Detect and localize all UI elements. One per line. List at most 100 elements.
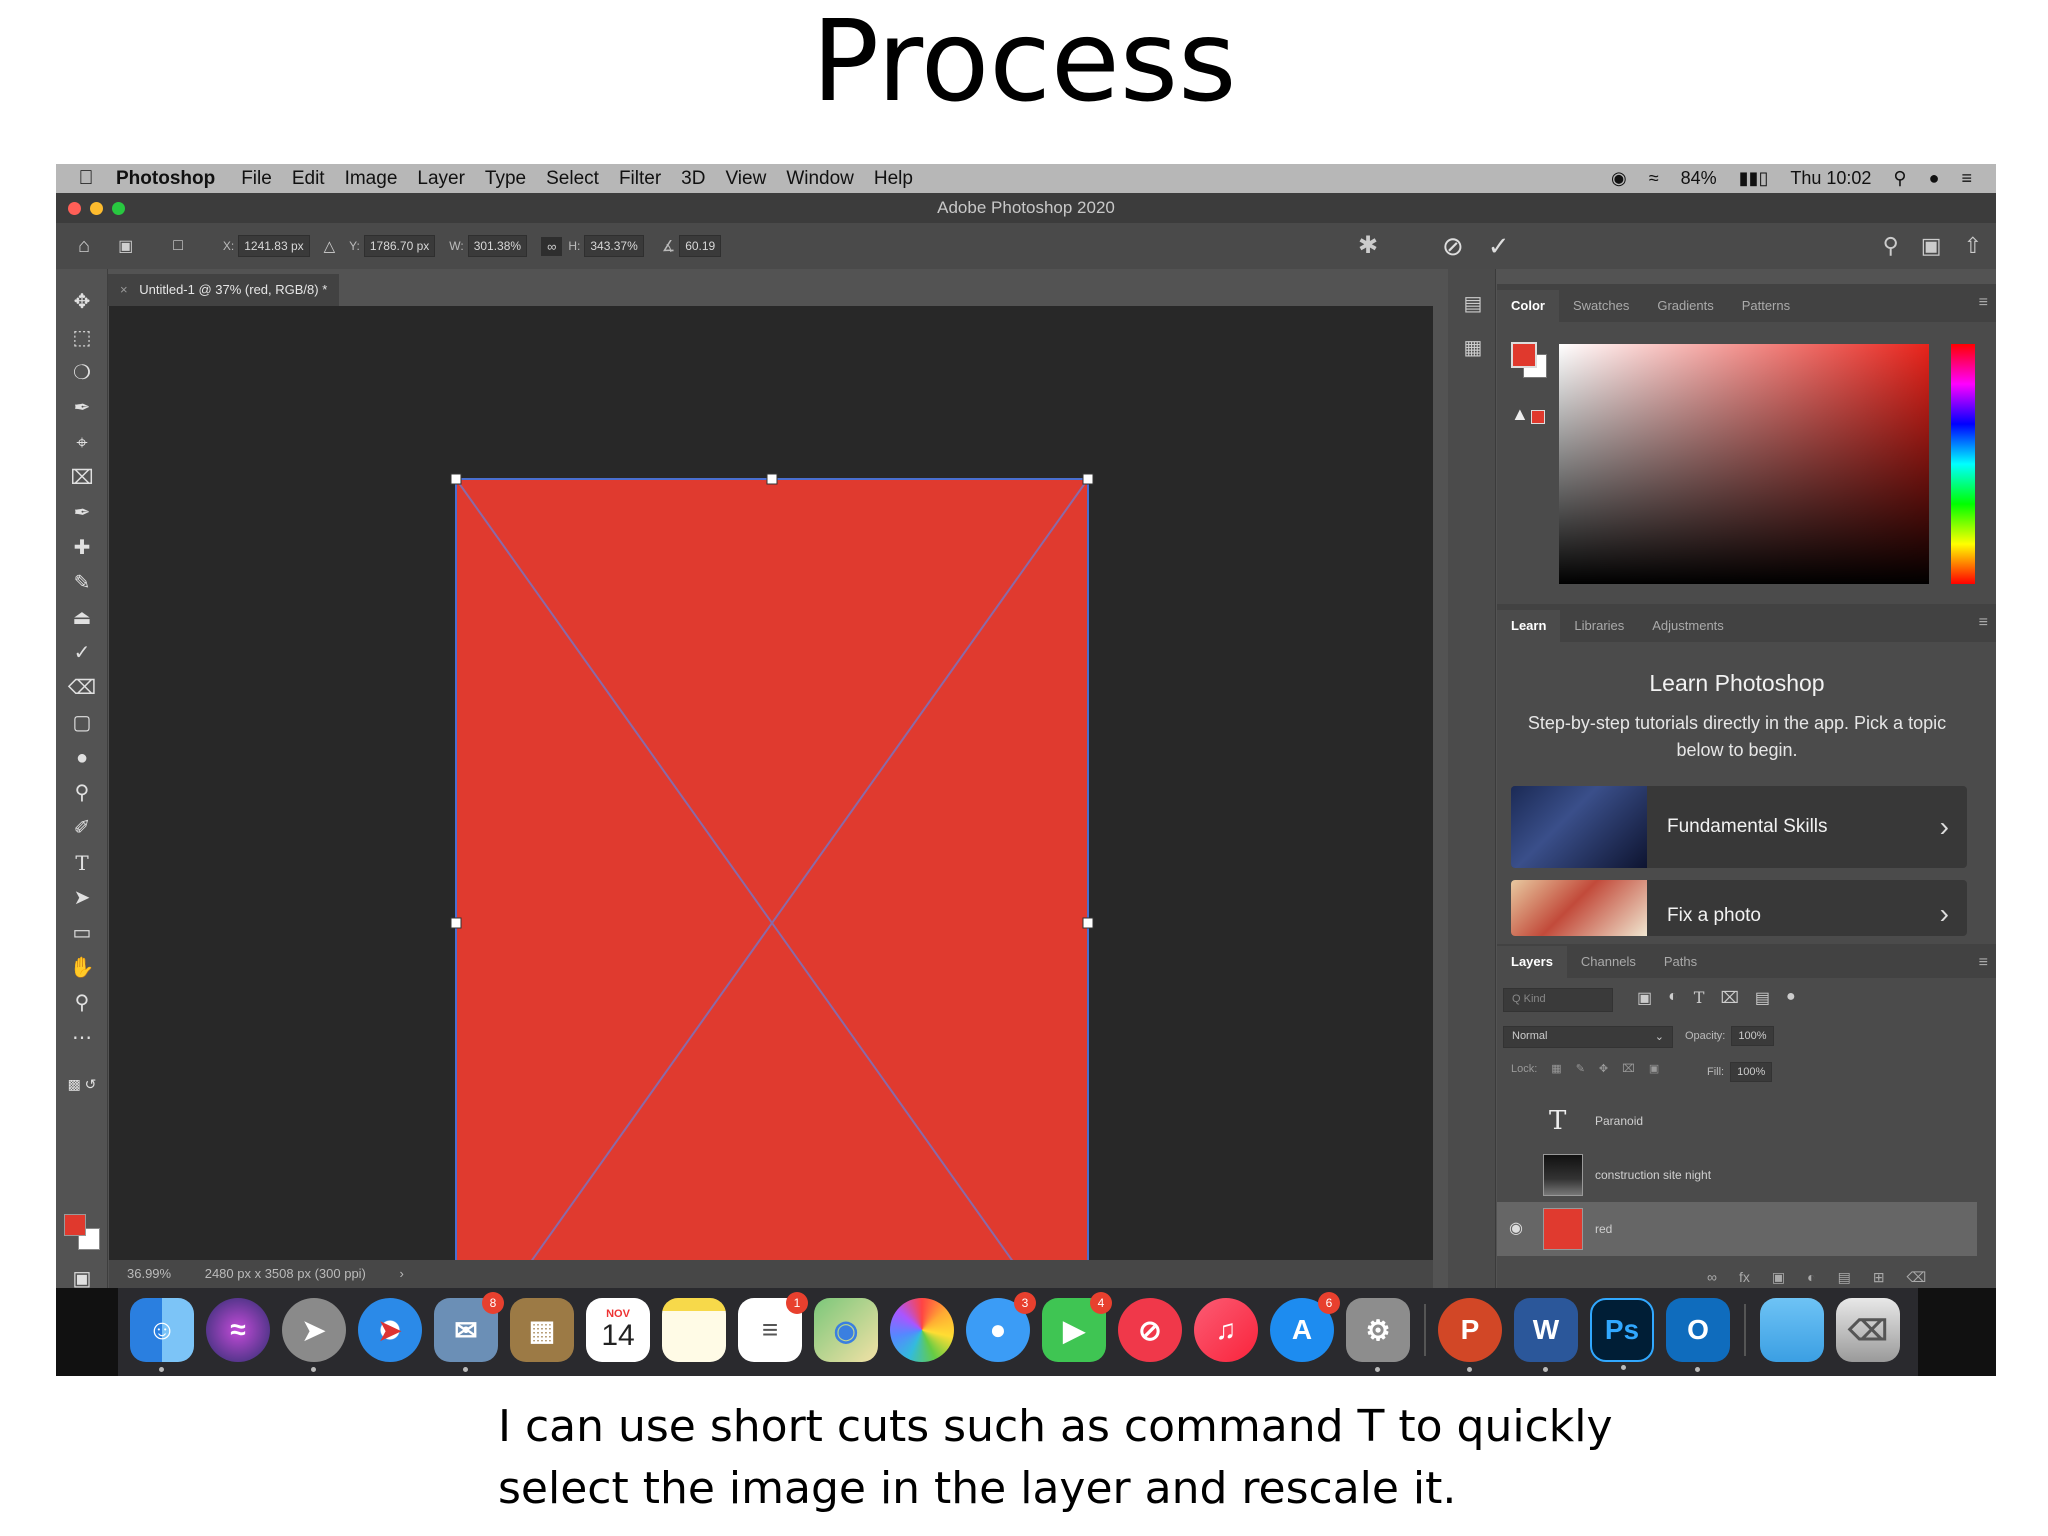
dock-finder[interactable]: ☺ — [130, 1298, 194, 1372]
transform-handle[interactable] — [1082, 473, 1094, 485]
zoom-tool-icon[interactable]: ⚲ — [56, 988, 108, 1018]
lock-image-icon[interactable]: ✎ — [1576, 1062, 1585, 1075]
transform-handle[interactable] — [1082, 917, 1094, 929]
quick-select-tool-icon[interactable]: ✒ — [56, 393, 108, 423]
dock-messages[interactable]: ● 3 — [966, 1292, 1036, 1362]
commit-transform-icon[interactable]: ✓ — [1488, 231, 1510, 262]
dock-photoshop[interactable]: Ps — [1590, 1298, 1654, 1370]
adjustment-layer-icon[interactable]: ◐ — [1807, 1269, 1815, 1286]
dock-launchpad[interactable]: ➤ — [282, 1298, 346, 1372]
opacity-field[interactable]: 100% — [1731, 1026, 1774, 1046]
dock-trash[interactable]: ⌫ — [1836, 1298, 1900, 1362]
move-tool-icon[interactable]: ✥ — [56, 287, 108, 317]
panel-menu-icon[interactable]: ≡ — [1979, 294, 1988, 312]
learn-card-fundamental-skills[interactable]: Fundamental Skills › — [1511, 786, 1967, 868]
menu-app-name[interactable]: Photoshop — [116, 168, 215, 190]
dock-photos[interactable] — [890, 1298, 954, 1362]
crop-tool-icon[interactable]: ⌖ — [56, 428, 108, 458]
dock-reminders[interactable]: ≡ 1 — [738, 1292, 808, 1362]
properties-icon[interactable]: ▤ — [1458, 289, 1488, 319]
tab-patterns[interactable]: Patterns — [1728, 290, 1804, 322]
menu-image[interactable]: Image — [345, 168, 398, 190]
transform-bounding-box[interactable] — [109, 306, 1433, 1260]
apple-icon[interactable]:  — [56, 167, 116, 190]
layer-row-construction-site-night[interactable]: construction site night — [1497, 1148, 1977, 1202]
home-icon[interactable]: ⌂ — [78, 235, 90, 258]
path-selection-tool-icon[interactable]: ➤ — [56, 883, 108, 913]
dock-folder[interactable] — [1760, 1298, 1824, 1362]
image-filter-icon[interactable]: ▣ — [1637, 988, 1652, 1008]
share-icon[interactable]: ⇧ — [1964, 233, 1982, 259]
pen-tool-icon[interactable]: ✐ — [56, 813, 108, 843]
history-brush-tool-icon[interactable]: ✓ — [56, 638, 108, 668]
tab-libraries[interactable]: Libraries — [1560, 610, 1638, 642]
more-tools-icon[interactable]: ⋯ — [56, 1023, 108, 1053]
color-picker-field[interactable] — [1559, 344, 1929, 584]
menu-select[interactable]: Select — [546, 168, 599, 190]
adjustment-filter-icon[interactable]: ◐ — [1668, 988, 1678, 1008]
tab-learn[interactable]: Learn — [1497, 610, 1561, 642]
x-position-field[interactable]: 1241.83 px — [238, 235, 310, 257]
height-field[interactable]: 343.37% — [584, 235, 644, 257]
tab-paths[interactable]: Paths — [1650, 946, 1711, 978]
menu-edit[interactable]: Edit — [292, 168, 325, 190]
brush-tool-icon[interactable]: ✎ — [56, 568, 108, 598]
width-field[interactable]: 301.38% — [467, 235, 528, 257]
dock-word[interactable]: W — [1514, 1298, 1578, 1372]
dock-siri[interactable]: ≈ — [206, 1298, 270, 1362]
transform-tool-icon[interactable]: ▣ — [118, 236, 133, 256]
dock-powerpoint[interactable]: P — [1438, 1298, 1502, 1372]
add-mask-icon[interactable]: ▣ — [1772, 1269, 1785, 1286]
dock-music[interactable]: ♫ — [1194, 1298, 1258, 1362]
filter-toggle-icon[interactable]: ● — [1786, 988, 1796, 1008]
learn-card-fix-a-photo[interactable]: Fix a photo › — [1511, 880, 1967, 936]
layer-kind-filter[interactable]: Q Kind — [1503, 988, 1613, 1012]
rectangle-tool-icon[interactable]: ▭ — [56, 918, 108, 948]
tab-adjustments[interactable]: Adjustments — [1638, 610, 1738, 642]
document-info[interactable]: 2480 px x 3508 px (300 ppi) — [205, 1266, 366, 1281]
lock-transparent-icon[interactable]: ▦ — [1551, 1062, 1561, 1075]
search-icon[interactable]: ⚲ — [1883, 233, 1899, 259]
visibility-eye-icon[interactable]: ◉ — [1509, 1202, 1523, 1256]
tab-swatches[interactable]: Swatches — [1559, 290, 1643, 322]
menu-view[interactable]: View — [725, 168, 766, 190]
delta-icon[interactable]: △ — [324, 237, 336, 255]
zoom-level[interactable]: 36.99% — [127, 1266, 171, 1281]
transform-handle[interactable] — [450, 917, 462, 929]
transform-handle[interactable] — [766, 473, 778, 485]
link-layers-icon[interactable]: ∞ — [1707, 1269, 1717, 1286]
tab-color[interactable]: Color — [1497, 290, 1559, 322]
menu-filter[interactable]: Filter — [619, 168, 661, 190]
gradient-tool-icon[interactable]: ▢ — [56, 708, 108, 738]
lasso-tool-icon[interactable]: ❍ — [56, 358, 108, 388]
creative-cloud-icon[interactable]: ◉ — [1611, 168, 1627, 189]
lock-position-icon[interactable]: ✥ — [1599, 1062, 1608, 1075]
blur-tool-icon[interactable]: ● — [56, 743, 108, 773]
menu-help[interactable]: Help — [874, 168, 913, 190]
dock-facetime[interactable]: ▶ 4 — [1042, 1292, 1112, 1362]
fill-field[interactable]: 100% — [1730, 1062, 1773, 1082]
angle-field[interactable]: 60.19 — [679, 235, 722, 257]
wifi-icon[interactable]: ≈ — [1649, 168, 1659, 189]
dock-calendar[interactable]: NOV 14 — [586, 1298, 650, 1362]
canvas-area[interactable] — [109, 306, 1433, 1367]
menu-layer[interactable]: Layer — [417, 168, 465, 190]
dock-notebook[interactable]: ▦ — [510, 1298, 574, 1362]
notification-center-icon[interactable]: ≡ — [1961, 168, 1972, 189]
menubar-clock[interactable]: Thu 10:02 — [1790, 168, 1871, 189]
dock-news[interactable]: ⊘ — [1118, 1298, 1182, 1362]
panel-foreground-swatch[interactable] — [1511, 342, 1537, 368]
siri-icon[interactable]: ● — [1929, 168, 1940, 189]
shape-filter-icon[interactable]: ⌧ — [1720, 988, 1738, 1008]
hue-slider[interactable] — [1951, 344, 1975, 584]
history-icon[interactable]: ▦ — [1458, 333, 1488, 363]
layer-row-red[interactable]: ◉ red — [1497, 1202, 1977, 1256]
workspace-icon[interactable]: ▣ — [1921, 233, 1942, 259]
dock-notes[interactable] — [662, 1298, 726, 1362]
dock-safari[interactable]: ➤ — [358, 1298, 422, 1362]
dock-maps[interactable]: ◉ — [814, 1298, 878, 1362]
marquee-tool-icon[interactable]: ⬚ — [56, 323, 108, 353]
delete-layer-icon[interactable]: ⌫ — [1907, 1269, 1927, 1286]
menu-window[interactable]: Window — [786, 168, 854, 190]
lock-all-icon[interactable]: ▣ — [1649, 1062, 1659, 1075]
